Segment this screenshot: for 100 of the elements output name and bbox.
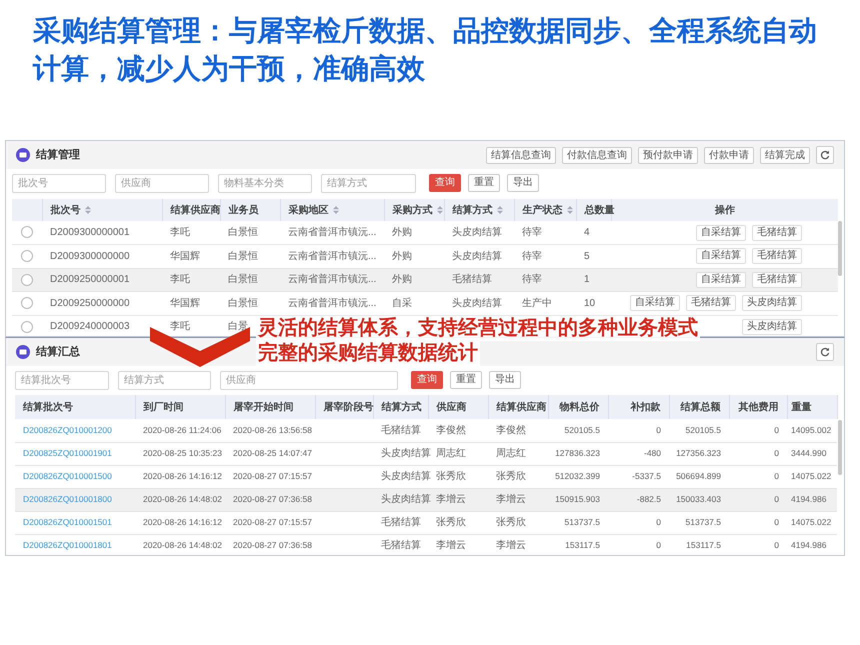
sort-icon[interactable] (496, 206, 502, 214)
sort-icon[interactable] (332, 206, 338, 214)
table-cell: 2020-08-26 14:48:02 (135, 488, 225, 511)
action-button[interactable]: 毛猪结算 (752, 272, 802, 288)
toolbar-button[interactable]: 结算信息查询 (486, 146, 556, 164)
action-button[interactable]: 自采结算 (696, 272, 746, 288)
table-cell: 张秀欣 (428, 511, 488, 534)
scrollbar[interactable] (838, 221, 842, 276)
column-header[interactable]: 生产状态 (514, 199, 576, 221)
radio-button[interactable] (21, 226, 33, 238)
filter-field[interactable]: 结算方式 (321, 174, 416, 192)
refresh-button[interactable] (816, 146, 834, 164)
column-header: 屠宰开始时间 (225, 395, 315, 419)
table-cell: 白景恒 (220, 244, 280, 268)
radio-button[interactable] (21, 250, 33, 262)
table-cell: 头皮肉结算 (444, 221, 514, 244)
filter-field[interactable]: 供应商 (115, 174, 209, 192)
table-cell: 14075.022 (787, 465, 837, 488)
refresh-button[interactable] (816, 343, 834, 361)
radio-button[interactable] (21, 320, 33, 333)
sort-icon[interactable] (84, 206, 90, 214)
callout-text: 完整的采购结算数据统计 (256, 341, 480, 366)
action-button[interactable]: 毛猪结算 (686, 295, 736, 312)
search-button[interactable]: 查询 (411, 371, 443, 389)
column-header[interactable]: 结算方式 (444, 199, 514, 221)
table-cell: 云南省普洱市镇沅... (280, 221, 384, 244)
table-row[interactable]: D200826ZQ010001200 2020-08-26 11:24:06 2020-08-26 13:56:58 毛猪结算 李俊然 李俊然 520105.5 0 520105.5 0 14095.002 (15, 419, 837, 442)
toolbar-button[interactable]: 预付款申请 (638, 146, 698, 164)
action-button[interactable]: 自采结算 (696, 248, 746, 264)
table-cell: 0 (729, 534, 787, 555)
table-cell: 14095.002 (787, 419, 837, 442)
table-cell: -5337.5 (608, 465, 669, 488)
table-cell: 153117.5 (669, 534, 729, 555)
table-cell: 2020-08-25 10:35:23 (135, 442, 225, 465)
table-cell: 李增云 (428, 534, 488, 555)
action-button[interactable]: 自采结算 (630, 295, 680, 312)
column-header: 结算供应商 (162, 199, 220, 221)
table-cell: 512032.399 (548, 465, 608, 488)
table-row[interactable]: D200826ZQ010001501 2020-08-26 14:16:12 2020-08-27 07:15:57 毛猪结算 张秀欣 张秀欣 513737.5 0 513737.5 0 14075.022 (15, 511, 837, 534)
column-header[interactable]: 采购地区 (280, 199, 384, 221)
table-cell: 513737.5 (548, 511, 608, 534)
scrollbar[interactable] (838, 420, 842, 475)
action-button[interactable]: 毛猪结算 (752, 248, 802, 264)
filter-field[interactable]: 结算方式 (118, 370, 211, 390)
filter-field[interactable]: 供应商 (220, 370, 398, 390)
refresh-icon (820, 347, 830, 357)
table-cell: 外购 (384, 244, 444, 268)
panel-title: 结算管理 (36, 148, 80, 163)
column-header[interactable]: 采购方式 (384, 199, 444, 221)
toolbar-button[interactable]: 付款申请 (704, 146, 754, 164)
table-cell: 2020-08-26 14:16:12 (135, 511, 225, 534)
toolbar-button[interactable]: 重置 (468, 174, 500, 192)
table-cell: 153117.5 (548, 534, 608, 555)
panel-icon (16, 345, 30, 359)
action-button[interactable]: 头皮肉结算 (742, 318, 802, 335)
table-cell: D2009250000001 (42, 268, 162, 292)
column-header: 结算供应商 (488, 395, 548, 419)
filter-field[interactable]: 物料基本分类 (218, 174, 312, 192)
table-cell: 150915.903 (548, 488, 608, 511)
table-cell: 待宰 (514, 221, 576, 244)
toolbar-button[interactable]: 导出 (507, 174, 539, 192)
table-cell: 0 (729, 442, 787, 465)
action-button[interactable]: 自采结算 (696, 224, 746, 240)
table-cell: 2020-08-26 14:16:12 (135, 465, 225, 488)
table-cell: 127836.323 (548, 442, 608, 465)
column-header: 补扣款 (608, 395, 669, 419)
column-header: 其他费用 (729, 395, 787, 419)
table-cell: D2009300000001 (42, 221, 162, 244)
table-cell: 10 (576, 292, 611, 315)
action-button[interactable]: 头皮肉结算 (742, 295, 802, 312)
search-button[interactable]: 查询 (429, 174, 461, 192)
table-cell: -480 (608, 442, 669, 465)
column-header: 结算总额 (669, 395, 729, 419)
table-cell: 华国辉 (162, 292, 220, 315)
table-row[interactable]: D200826ZQ010001500 2020-08-26 14:16:12 2020-08-27 07:15:57 头皮肉结算 张秀欣 张秀欣 512032.399 -5337.5 506694.899 0 14075.022 (15, 465, 837, 488)
table-cell: 李增云 (488, 534, 548, 555)
table-row[interactable]: D200825ZQ010001901 2020-08-25 10:35:23 2020-08-25 14:07:47 头皮肉结算 周志红 周志红 127836.323 -480 127356.323 0 3444.990 (15, 442, 837, 465)
action-button[interactable]: 毛猪结算 (752, 224, 802, 240)
table-cell: 头皮肉结算 (444, 292, 514, 315)
table-cell: 毛猪结算 (373, 419, 428, 442)
table-cell: 127356.323 (669, 442, 729, 465)
table-cell: 外购 (384, 268, 444, 292)
radio-button[interactable] (21, 297, 33, 310)
table-cell: 3444.990 (787, 442, 837, 465)
column-header: 屠宰阶段号 (315, 395, 373, 419)
table-cell: 520105.5 (548, 419, 608, 442)
column-header (12, 199, 42, 221)
toolbar-button[interactable]: 导出 (489, 371, 521, 389)
filter-field[interactable]: 结算批次号 (15, 370, 109, 390)
table-cell: 华国辉 (162, 244, 220, 268)
column-header[interactable]: 批次号 (42, 199, 162, 221)
table-cell: 4194.986 (787, 488, 837, 511)
filter-field[interactable]: 批次号 (12, 174, 106, 192)
sort-icon[interactable] (566, 206, 572, 214)
table-cell: 周志红 (488, 442, 548, 465)
toolbar-button[interactable]: 付款信息查询 (562, 146, 632, 164)
toolbar-button[interactable]: 结算完成 (760, 146, 810, 164)
radio-button[interactable] (21, 274, 33, 286)
table-cell: 外购 (384, 221, 444, 244)
toolbar-button[interactable]: 重置 (450, 371, 482, 389)
